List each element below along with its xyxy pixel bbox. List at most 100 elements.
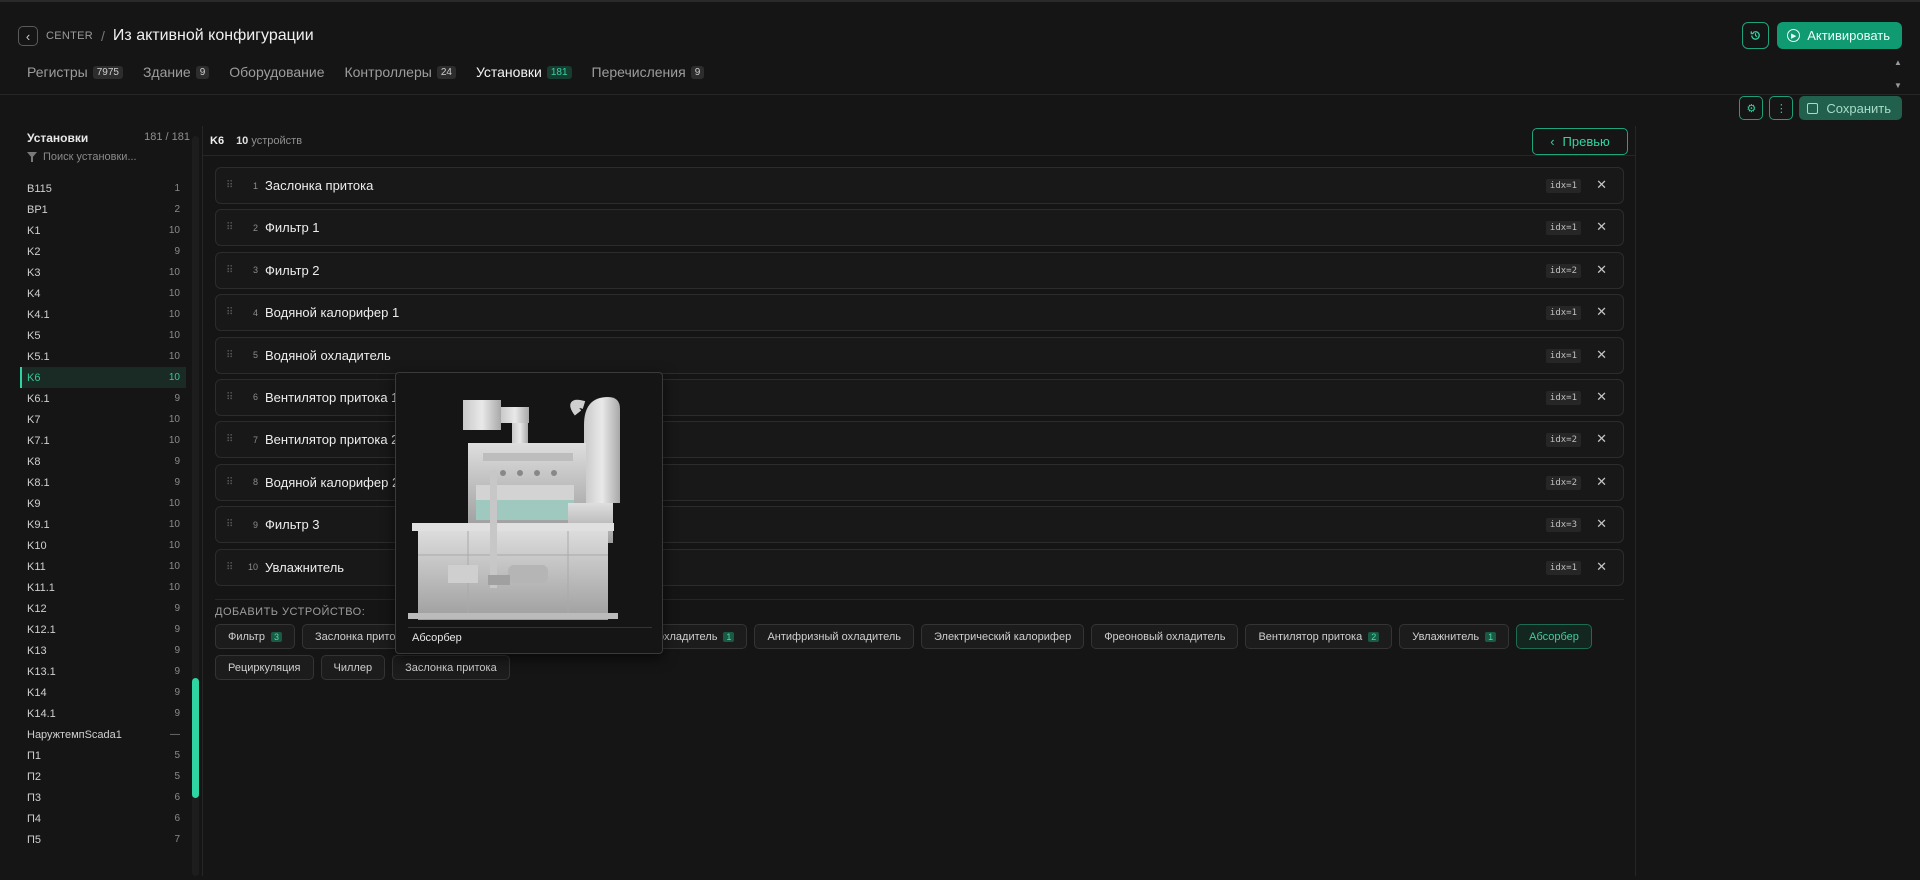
activate-button[interactable]: ▶ Активировать	[1777, 22, 1902, 49]
add-device-chip[interactable]: Электрический калорифер	[920, 624, 1085, 649]
device-row[interactable]: ⠿ 3 Фильтр 2 idx=2 ✕	[215, 251, 1624, 289]
drag-handle-icon[interactable]: ⠿	[226, 562, 244, 573]
add-device-chip[interactable]: Абсорбер	[1516, 624, 1592, 649]
sidebar-item-label: K9	[27, 497, 41, 510]
sidebar-item-count: 10	[168, 267, 180, 278]
device-name: Заслонка притока	[265, 178, 374, 193]
drag-handle-icon[interactable]: ⠿	[226, 392, 244, 403]
sidebar-item[interactable]: K6 10	[20, 367, 186, 388]
remove-device-icon[interactable]: ✕	[1596, 474, 1607, 490]
sidebar-item[interactable]: K13.1 9	[20, 661, 186, 682]
drag-handle-icon[interactable]: ⠿	[226, 350, 244, 361]
sidebar-item[interactable]: K9 10	[20, 493, 186, 514]
scroll-down-icon[interactable]: ▼	[1894, 81, 1902, 90]
settings-button[interactable]: ⚙	[1739, 96, 1764, 120]
sidebar-item[interactable]: K11.1 10	[20, 577, 186, 598]
history-button[interactable]	[1742, 22, 1770, 49]
sidebar-item[interactable]: K7 10	[20, 409, 186, 430]
device-number: 10	[247, 562, 258, 573]
sidebar-item[interactable]: K8 9	[20, 451, 186, 472]
sidebar-item-count: 10	[168, 540, 180, 551]
search-input[interactable]: Поиск установки...	[27, 151, 137, 163]
sidebar-item[interactable]: K13 9	[20, 640, 186, 661]
tooltip-caption: Абсорбер	[412, 632, 462, 644]
sidebar-item[interactable]: K7.1 10	[20, 430, 186, 451]
add-device-chip[interactable]: Фильтр 3	[215, 624, 295, 649]
tab-equipment[interactable]: Оборудование	[229, 64, 324, 80]
sidebar-item[interactable]: П3 6	[20, 787, 186, 808]
sidebar-item[interactable]: K5 10	[20, 325, 186, 346]
sidebar-item[interactable]: НаружтемпScada1 —	[20, 724, 186, 745]
sidebar-item[interactable]: K4.1 10	[20, 304, 186, 325]
sidebar-item[interactable]: K8.1 9	[20, 472, 186, 493]
sidebar-item[interactable]: П1 5	[20, 745, 186, 766]
sidebar-item[interactable]: K5.1 10	[20, 346, 186, 367]
tab-controllers[interactable]: Контроллеры 24	[344, 64, 456, 80]
sidebar-item-count: 1	[174, 183, 180, 194]
tab-registers[interactable]: Регистры 7975	[27, 64, 123, 80]
sidebar-item[interactable]: K9.1 10	[20, 514, 186, 535]
remove-device-icon[interactable]: ✕	[1596, 389, 1607, 405]
add-device-chip[interactable]: Увлажнитель 1	[1399, 624, 1510, 649]
add-device-chip[interactable]: Вентилятор притока 2	[1245, 624, 1393, 649]
sidebar-scrollbar[interactable]	[192, 136, 199, 876]
device-row[interactable]: ⠿ 2 Фильтр 1 idx=1 ✕	[215, 209, 1624, 247]
add-device-chip[interactable]: Рециркуляция	[215, 655, 314, 680]
remove-device-icon[interactable]: ✕	[1596, 262, 1607, 278]
sidebar-scroll-thumb[interactable]	[192, 678, 199, 798]
sidebar-item[interactable]: BP1 2	[20, 199, 186, 220]
sidebar-item-count: 10	[168, 288, 180, 299]
tab-building[interactable]: Здание 9	[143, 64, 210, 80]
sidebar-item[interactable]: K12 9	[20, 598, 186, 619]
sidebar-item[interactable]: B115 1	[20, 178, 186, 199]
more-button[interactable]: ⋮	[1769, 96, 1794, 120]
sidebar-item-count: 7	[174, 834, 180, 845]
breadcrumb[interactable]: CENTER	[46, 30, 93, 42]
drag-handle-icon[interactable]: ⠿	[226, 265, 244, 276]
save-label: Сохранить	[1826, 100, 1891, 116]
add-device-chip[interactable]: Заслонка притока	[392, 655, 510, 680]
tabs-scroller[interactable]: ▲ ▼	[1892, 58, 1904, 90]
add-device-chip[interactable]: Фреоновый охладитель	[1091, 624, 1239, 649]
sidebar-item[interactable]: П4 6	[20, 808, 186, 829]
sidebar-item-label: K14.1	[27, 707, 56, 720]
device-row[interactable]: ⠿ 1 Заслонка притока idx=1 ✕	[215, 167, 1624, 204]
remove-device-icon[interactable]: ✕	[1596, 431, 1607, 447]
sidebar-item[interactable]: K3 10	[20, 262, 186, 283]
remove-device-icon[interactable]: ✕	[1596, 347, 1607, 363]
device-row[interactable]: ⠿ 5 Водяной охладитель idx=1 ✕	[215, 336, 1624, 374]
tab-enumerations[interactable]: Перечисления 9	[592, 64, 705, 80]
sidebar-item[interactable]: П2 5	[20, 766, 186, 787]
sidebar-item[interactable]: K1 10	[20, 220, 186, 241]
remove-device-icon[interactable]: ✕	[1596, 304, 1607, 320]
tab-installations[interactable]: Установки 181	[476, 64, 572, 80]
sidebar-item[interactable]: K4 10	[20, 283, 186, 304]
device-number: 7	[252, 434, 258, 445]
drag-handle-icon[interactable]: ⠿	[226, 519, 244, 530]
drag-handle-icon[interactable]: ⠿	[226, 434, 244, 445]
remove-device-icon[interactable]: ✕	[1596, 177, 1607, 193]
add-device-chip[interactable]: Антифризный охладитель	[754, 624, 914, 649]
drag-handle-icon[interactable]: ⠿	[226, 180, 244, 191]
preview-button[interactable]: ‹ Превью	[1532, 128, 1628, 155]
drag-handle-icon[interactable]: ⠿	[226, 307, 244, 318]
sidebar-item[interactable]: K14 9	[20, 682, 186, 703]
sidebar-item-count: 10	[168, 372, 180, 383]
back-button[interactable]: ‹	[18, 26, 38, 46]
drag-handle-icon[interactable]: ⠿	[226, 477, 244, 488]
device-row[interactable]: ⠿ 4 Водяной калорифер 1 idx=1 ✕	[215, 294, 1624, 332]
remove-device-icon[interactable]: ✕	[1596, 559, 1607, 575]
sidebar-item[interactable]: K11 10	[20, 556, 186, 577]
sidebar-item[interactable]: K10 10	[20, 535, 186, 556]
sidebar-item[interactable]: K2 9	[20, 241, 186, 262]
scroll-up-icon[interactable]: ▲	[1894, 58, 1902, 67]
remove-device-icon[interactable]: ✕	[1596, 219, 1607, 235]
sidebar-item[interactable]: K14.1 9	[20, 703, 186, 724]
sidebar-item[interactable]: П5 7	[20, 829, 186, 850]
add-device-chip[interactable]: Чиллер	[320, 655, 386, 680]
remove-device-icon[interactable]: ✕	[1596, 516, 1607, 532]
sidebar-item[interactable]: K12.1 9	[20, 619, 186, 640]
drag-handle-icon[interactable]: ⠿	[226, 222, 244, 233]
save-button[interactable]: Сохранить	[1799, 96, 1902, 120]
sidebar-item[interactable]: K6.1 9	[20, 388, 186, 409]
